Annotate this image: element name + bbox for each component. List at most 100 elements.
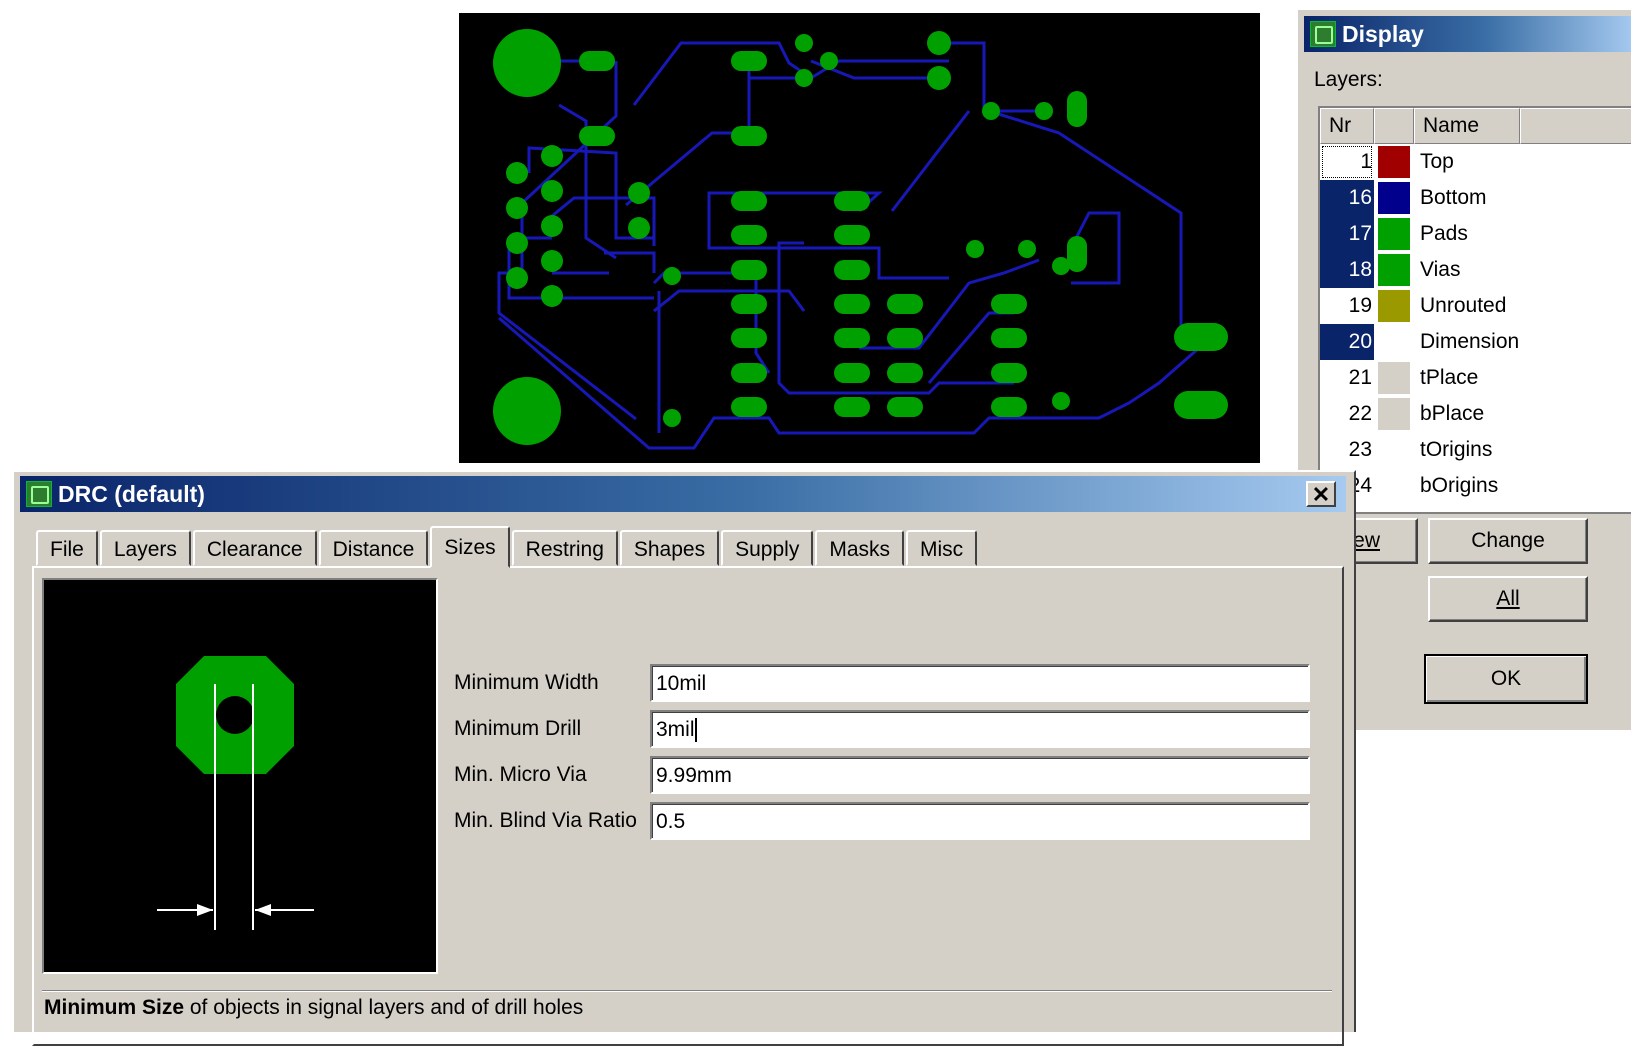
layer-color-swatch[interactable] xyxy=(1378,362,1410,394)
layer-number: 23 xyxy=(1348,438,1372,461)
min-micro-via-label: Min. Micro Via xyxy=(454,763,587,786)
arrow-head-right xyxy=(255,904,271,916)
description-separator xyxy=(42,990,1332,992)
layer-row[interactable]: 21 tPlace xyxy=(1320,360,1631,396)
layer-name: Dimension xyxy=(1420,330,1520,353)
description-rest: of objects in signal layers and of drill… xyxy=(184,996,584,1019)
text-caret xyxy=(694,718,697,743)
drc-title: DRC (default) xyxy=(58,480,205,507)
traces xyxy=(497,41,1204,450)
via-size-illustration xyxy=(157,656,314,930)
drc-titlebar[interactable]: DRC (default) ✕ xyxy=(20,476,1346,512)
layer-row[interactable]: 16 Bottom xyxy=(1320,180,1631,216)
size-preview-diagram xyxy=(42,578,438,974)
drc-tabs: File Layers Clearance Distance Sizes Res… xyxy=(36,526,979,568)
layer-row[interactable]: 23 tOrigins xyxy=(1320,432,1631,468)
layer-name: tPlace xyxy=(1420,366,1479,389)
column-header-name[interactable]: Name xyxy=(1414,108,1520,144)
layer-row[interactable]: 20 Dimension xyxy=(1320,324,1631,360)
layer-number: 20 xyxy=(1320,324,1374,360)
layer-name: tOrigins xyxy=(1420,438,1493,461)
all-button[interactable]: All xyxy=(1428,576,1588,622)
field-min-blind-via-ratio: Min. Blind Via Ratio 0.5 xyxy=(454,802,1310,840)
layer-name: Unrouted xyxy=(1420,294,1507,317)
column-header-color[interactable] xyxy=(1374,108,1414,144)
layer-rows: 1 Top 16 Bottom 17 Pads 18 Vias 19 Unrouted 20 Dime… xyxy=(1320,144,1631,504)
tab-restring[interactable]: Restring xyxy=(511,530,618,566)
close-icon: ✕ xyxy=(1311,482,1331,507)
layers-label: Layers: xyxy=(1314,68,1383,91)
layer-number: 19 xyxy=(1348,294,1372,317)
minimum-drill-label: Minimum Drill xyxy=(454,717,582,740)
tab-clearance[interactable]: Clearance xyxy=(192,530,317,566)
layer-row[interactable]: 22 bPlace xyxy=(1320,396,1631,432)
layer-color-swatch[interactable] xyxy=(1378,398,1410,430)
tab-sizes[interactable]: Sizes xyxy=(430,526,510,568)
minimum-drill-input[interactable]: 3mil xyxy=(650,710,1310,748)
column-header-nr[interactable]: Nr xyxy=(1320,108,1374,144)
drc-dialog: DRC (default) ✕ File Layers Clearance Di… xyxy=(12,470,1356,1046)
layer-color-swatch[interactable] xyxy=(1378,146,1410,178)
minimum-width-input[interactable]: 10mil xyxy=(650,664,1310,702)
layer-color-swatch[interactable] xyxy=(1378,326,1410,358)
layer-number: 16 xyxy=(1320,180,1374,216)
ok-button-label: OK xyxy=(1490,667,1522,690)
layer-row[interactable]: 1 Top xyxy=(1320,144,1631,180)
close-button[interactable]: ✕ xyxy=(1306,481,1336,507)
layer-number: 1 xyxy=(1320,144,1374,180)
minimum-drill-value: 3mil xyxy=(656,718,695,741)
layer-name: Vias xyxy=(1420,258,1461,281)
pcb-drawing xyxy=(493,29,1228,450)
layer-row[interactable]: 18 Vias xyxy=(1320,252,1631,288)
layer-color-swatch[interactable] xyxy=(1378,182,1410,214)
layer-color-swatch[interactable] xyxy=(1378,254,1410,286)
layer-row[interactable]: 17 Pads xyxy=(1320,216,1631,252)
layer-name: bOrigins xyxy=(1420,474,1499,497)
min-blind-via-ratio-input[interactable]: 0.5 xyxy=(650,802,1310,840)
arrow-head-left xyxy=(197,904,213,916)
tab-supply[interactable]: Supply xyxy=(721,530,814,566)
minimum-width-label: Minimum Width xyxy=(454,671,599,694)
tab-distance[interactable]: Distance xyxy=(318,530,429,566)
layer-number: 17 xyxy=(1320,216,1374,252)
min-blind-via-ratio-label: Min. Blind Via Ratio xyxy=(454,809,637,832)
min-blind-via-ratio-value: 0.5 xyxy=(656,810,686,833)
layer-number: 18 xyxy=(1320,252,1374,288)
app-icon xyxy=(26,481,52,507)
display-titlebar[interactable]: Display xyxy=(1304,16,1631,52)
field-min-micro-via: Min. Micro Via 9.99mm xyxy=(454,756,1310,794)
layer-number: 22 xyxy=(1348,402,1372,425)
pcb-board-canvas[interactable] xyxy=(459,13,1260,463)
layer-name: Top xyxy=(1420,150,1454,173)
layer-color-swatch[interactable] xyxy=(1378,434,1410,466)
min-micro-via-value: 9.99mm xyxy=(656,764,732,787)
layer-name: Pads xyxy=(1420,222,1468,245)
drill-hole xyxy=(216,696,254,734)
layer-row[interactable]: 19 Unrouted xyxy=(1320,288,1631,324)
layer-row[interactable]: 24 bOrigins xyxy=(1320,468,1631,504)
layer-color-swatch[interactable] xyxy=(1378,290,1410,322)
layer-name: Bottom xyxy=(1420,186,1487,209)
tab-layers[interactable]: Layers xyxy=(99,530,191,566)
app-icon xyxy=(1310,21,1336,47)
ok-button[interactable]: OK xyxy=(1424,654,1588,704)
display-title: Display xyxy=(1342,20,1424,47)
description-bold: Minimum Size xyxy=(44,996,185,1019)
tab-masks[interactable]: Masks xyxy=(815,530,905,566)
min-micro-via-input[interactable]: 9.99mm xyxy=(650,756,1310,794)
tab-file[interactable]: File xyxy=(36,530,98,566)
layer-number: 21 xyxy=(1348,366,1372,389)
change-button[interactable]: Change xyxy=(1428,518,1588,564)
field-minimum-width: Minimum Width 10mil xyxy=(454,664,1310,702)
layer-list[interactable]: Nr Name 1 Top 16 Bottom 17 Pads 18 Vias 19 Unrout… xyxy=(1318,106,1631,514)
tab-shapes[interactable]: Shapes xyxy=(619,530,720,566)
layer-color-swatch[interactable] xyxy=(1378,470,1410,502)
description-text: Minimum Size of objects in signal layers… xyxy=(44,996,583,1020)
layer-color-swatch[interactable] xyxy=(1378,218,1410,250)
all-button-label: All xyxy=(1496,587,1520,610)
change-button-label: Change xyxy=(1471,529,1545,552)
tab-misc[interactable]: Misc xyxy=(906,530,978,566)
minimum-width-value: 10mil xyxy=(656,672,707,695)
column-header-filler xyxy=(1520,108,1631,144)
layer-name: bPlace xyxy=(1420,402,1485,425)
